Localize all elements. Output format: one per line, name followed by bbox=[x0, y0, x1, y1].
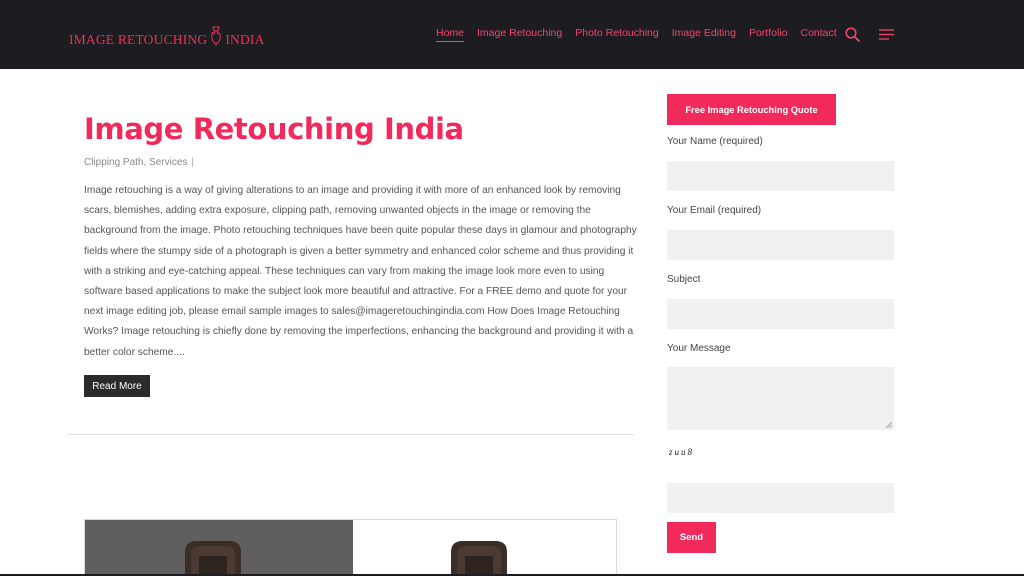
name-label: Your Name (required) bbox=[667, 136, 763, 147]
email-label: Your Email (required) bbox=[667, 205, 762, 216]
subject-label: Subject bbox=[667, 274, 701, 285]
hand-pen-icon bbox=[211, 26, 222, 46]
nav-item-portfolio[interactable]: Portfolio bbox=[749, 27, 788, 42]
logo-text-right: INDIA bbox=[225, 32, 265, 47]
subject-input[interactable] bbox=[667, 299, 894, 329]
site-logo[interactable]: IMAGE RETOUCHING INDIA bbox=[69, 26, 265, 50]
post-meta: Clipping Path, Services | bbox=[84, 157, 194, 168]
chair-image bbox=[185, 541, 241, 576]
post-categories[interactable]: Clipping Path, Services bbox=[84, 157, 187, 168]
main-nav: Home Image Retouching Photo Retouching I… bbox=[436, 27, 850, 42]
resize-handle-icon[interactable] bbox=[885, 421, 892, 428]
captcha-input[interactable] bbox=[667, 483, 894, 513]
free-quote-button[interactable]: Free Image Retouching Quote bbox=[667, 94, 836, 125]
search-icon[interactable] bbox=[845, 27, 860, 42]
name-input[interactable] bbox=[667, 161, 894, 191]
nav-item-photo-retouching[interactable]: Photo Retouching bbox=[575, 27, 658, 42]
nav-item-home[interactable]: Home bbox=[436, 27, 465, 42]
message-textarea[interactable] bbox=[667, 367, 894, 430]
nav-item-contact[interactable]: Contact bbox=[800, 27, 836, 42]
email-input[interactable] bbox=[667, 230, 894, 260]
nav-item-image-retouching[interactable]: Image Retouching bbox=[477, 27, 562, 42]
nav-item-image-editing[interactable]: Image Editing bbox=[672, 27, 736, 42]
before-image bbox=[85, 520, 353, 576]
site-header: IMAGE RETOUCHING INDIA Home Image Retouc… bbox=[0, 0, 1024, 69]
read-more-button[interactable]: Read More bbox=[84, 375, 150, 397]
meta-separator: | bbox=[191, 157, 194, 168]
message-label: Your Message bbox=[667, 343, 731, 354]
captcha-image: zuu8 bbox=[669, 447, 695, 457]
chair-image bbox=[451, 541, 507, 576]
post-title[interactable]: Image Retouching India bbox=[84, 112, 464, 146]
logo-text-left: IMAGE RETOUCHING bbox=[69, 32, 208, 47]
post-divider bbox=[69, 434, 634, 435]
hamburger-menu-icon[interactable] bbox=[879, 29, 894, 40]
before-after-image bbox=[84, 519, 617, 576]
send-button[interactable]: Send bbox=[667, 522, 716, 553]
post-excerpt: Image retouching is a way of giving alte… bbox=[84, 185, 637, 358]
after-image bbox=[353, 520, 616, 576]
